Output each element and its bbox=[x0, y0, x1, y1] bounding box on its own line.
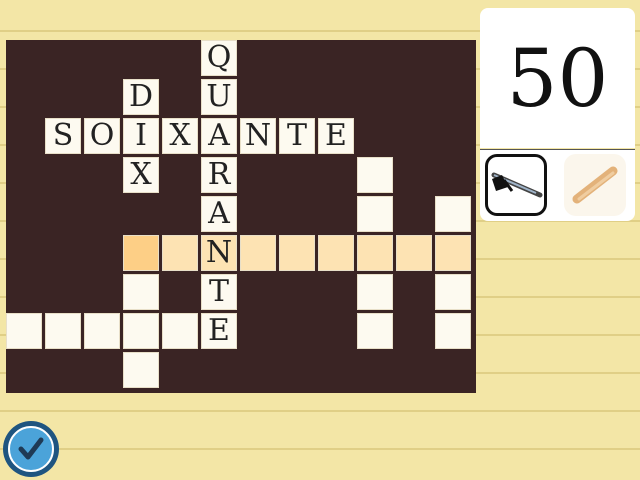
pencil-tool-button[interactable] bbox=[564, 154, 626, 216]
crossword-cell[interactable] bbox=[162, 235, 198, 271]
crossword-cell[interactable] bbox=[318, 235, 354, 271]
crossword-cell[interactable]: N bbox=[240, 118, 276, 154]
crossword-cell[interactable] bbox=[435, 313, 471, 349]
crossword-cell[interactable] bbox=[357, 274, 393, 310]
crossword-cell[interactable]: S bbox=[45, 118, 81, 154]
crossword-cell[interactable]: X bbox=[123, 157, 159, 193]
crossword-cell[interactable] bbox=[45, 313, 81, 349]
crossword-cell[interactable] bbox=[279, 235, 315, 271]
crossword-cell[interactable] bbox=[123, 274, 159, 310]
crossword-cell[interactable] bbox=[6, 313, 42, 349]
crossword-cell[interactable]: O bbox=[84, 118, 120, 154]
crossword-cell[interactable] bbox=[435, 235, 471, 271]
crossword-cell[interactable] bbox=[435, 274, 471, 310]
crossword-cell[interactable]: T bbox=[279, 118, 315, 154]
crossword-cell[interactable] bbox=[357, 313, 393, 349]
pen-tool-button[interactable] bbox=[485, 154, 547, 216]
crossword-cell[interactable]: Q bbox=[201, 40, 237, 76]
crossword-cell[interactable] bbox=[240, 235, 276, 271]
tool-panel bbox=[480, 149, 635, 221]
crossword-cell[interactable]: X bbox=[162, 118, 198, 154]
crossword-cell[interactable] bbox=[123, 313, 159, 349]
crossword-cell[interactable] bbox=[162, 313, 198, 349]
crossword-cell[interactable]: R bbox=[201, 157, 237, 193]
crossword-cell[interactable]: E bbox=[201, 313, 237, 349]
crossword-cell[interactable]: D bbox=[123, 79, 159, 115]
crossword-board: QDUSOIXANTEXRANTE bbox=[6, 40, 476, 393]
crossword-cell[interactable] bbox=[357, 235, 393, 271]
checkmark-icon bbox=[18, 437, 44, 460]
crossword-cell[interactable]: T bbox=[201, 274, 237, 310]
crossword-cell[interactable] bbox=[123, 352, 159, 388]
crossword-cell[interactable]: A bbox=[201, 196, 237, 232]
crossword-cell[interactable] bbox=[357, 196, 393, 232]
crossword-cell[interactable] bbox=[84, 313, 120, 349]
crossword-cell[interactable]: N bbox=[201, 235, 237, 271]
crossword-cell[interactable] bbox=[396, 235, 432, 271]
pencil-icon bbox=[572, 166, 618, 204]
crossword-cell[interactable]: U bbox=[201, 79, 237, 115]
check-answer-button[interactable] bbox=[3, 421, 59, 477]
crossword-cell[interactable] bbox=[357, 157, 393, 193]
check-button-face bbox=[8, 426, 54, 472]
score-value: 50 bbox=[506, 31, 609, 125]
crossword-cell[interactable] bbox=[123, 235, 159, 271]
crossword-cell[interactable] bbox=[435, 196, 471, 232]
crossword-cell[interactable]: I bbox=[123, 118, 159, 154]
score-panel: 50 bbox=[480, 8, 635, 148]
pen-icon bbox=[491, 172, 543, 198]
crossword-cell[interactable]: A bbox=[201, 118, 237, 154]
crossword-cell[interactable]: E bbox=[318, 118, 354, 154]
